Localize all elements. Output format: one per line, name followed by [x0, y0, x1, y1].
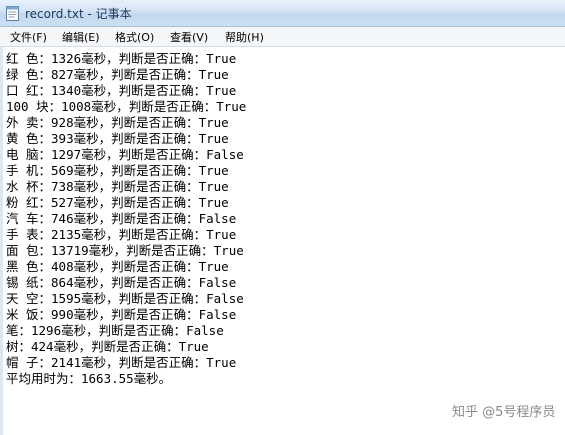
text-line: 面 包：13719毫秒，判断是否正确：True [6, 243, 244, 258]
text-line: 外 卖：928毫秒，判断是否正确：True [6, 115, 229, 130]
text-line: 红 色：1326毫秒，判断是否正确：True [6, 51, 237, 66]
menu-edit[interactable]: 编辑(E) [62, 29, 100, 45]
text-line: 帽 子：2141毫秒，判断是否正确：True [6, 355, 237, 370]
title-bar[interactable]: record.txt - 记事本 [0, 0, 565, 27]
text-line: 米 饭：990毫秒，判断是否正确：False [6, 307, 237, 322]
menu-bar: 文件(F) 编辑(E) 格式(O) 查看(V) 帮助(H) [0, 27, 565, 47]
menu-format[interactable]: 格式(O) [115, 29, 154, 45]
text-line: 手 表：2135毫秒，判断是否正确：True [6, 227, 237, 242]
menu-view[interactable]: 查看(V) [170, 29, 208, 45]
text-line: 绿 色：827毫秒，判断是否正确：True [6, 67, 229, 82]
notepad-window: record.txt - 记事本 文件(F) 编辑(E) 格式(O) 查看(V)… [0, 0, 565, 435]
text-line: 100 块：1008毫秒，判断是否正确：True [6, 99, 247, 114]
text-line: 笔：1296毫秒，判断是否正确：False [6, 323, 224, 338]
notepad-icon [6, 6, 19, 21]
text-line: 树：424毫秒，判断是否正确：True [6, 339, 209, 354]
text-line: 平均用时为：1663.55毫秒。 [6, 371, 172, 386]
text-line: 锡 纸：864毫秒，判断是否正确：False [6, 275, 237, 290]
window-title: record.txt - 记事本 [25, 7, 132, 21]
text-line: 黄 色：393毫秒，判断是否正确：True [6, 131, 229, 146]
menu-help[interactable]: 帮助(H) [225, 29, 264, 45]
text-line: 汽 车：746毫秒，判断是否正确：False [6, 211, 237, 226]
text-line: 粉 红：527毫秒，判断是否正确：True [6, 195, 229, 210]
text-line: 手 机：569毫秒，判断是否正确：True [6, 163, 229, 178]
text-line: 天 空：1595毫秒，判断是否正确：False [6, 291, 244, 306]
text-line: 水 杯：738毫秒，判断是否正确：True [6, 179, 229, 194]
menu-file[interactable]: 文件(F) [10, 29, 47, 45]
watermark: 知乎 @5号程序员 [452, 405, 556, 420]
text-line: 电 脑：1297毫秒，判断是否正确：False [6, 147, 244, 162]
text-line: 口 红：1340毫秒，判断是否正确：True [6, 83, 237, 98]
text-line: 黑 色：408毫秒，判断是否正确：True [6, 259, 229, 274]
text-editor[interactable]: 红 色：1326毫秒，判断是否正确：True 绿 色：827毫秒，判断是否正确：… [0, 47, 565, 435]
